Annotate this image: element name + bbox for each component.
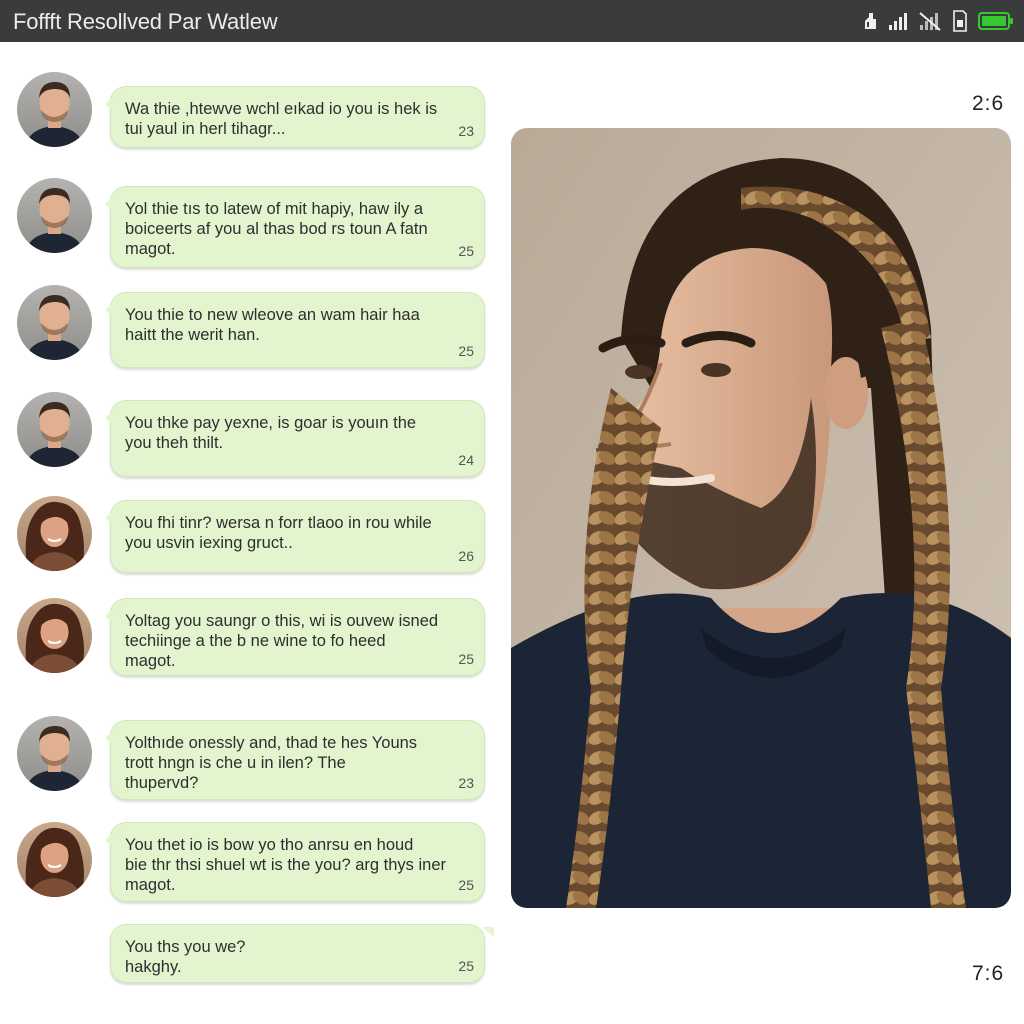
message-bubble[interactable]: Yol thie tıs to latew of mit hapiy, haw … xyxy=(105,186,485,268)
title-bar: Foffft Resollved Par Watlew xyxy=(0,0,1024,42)
message-time: 25 xyxy=(458,958,474,974)
message-time: 25 xyxy=(458,243,474,259)
no-signal-icon xyxy=(918,11,942,31)
avatar-male[interactable] xyxy=(17,285,92,360)
battery-icon xyxy=(978,11,1014,31)
message-time: 25 xyxy=(458,651,474,667)
message-row: Yolthıde onessly and, thad te hes Youns … xyxy=(0,716,500,802)
message-bubble[interactable]: You thke pay yexne, is goar is youın the… xyxy=(105,400,485,477)
message-bubble[interactable]: You thet io is bow yo tho anrsu en houd … xyxy=(105,822,485,902)
message-text: Yoltag you saungr o this, wi is ouvew is… xyxy=(125,612,439,670)
message-row: Yoltag you saungr o this, wi is ouvew is… xyxy=(0,598,500,678)
message-text: You thke pay yexne, is goar is youın the… xyxy=(125,414,417,452)
message-time: 25 xyxy=(458,877,474,893)
avatar-male[interactable] xyxy=(17,716,92,791)
message-time: 24 xyxy=(458,452,474,468)
message-row: You ths you we? hakghy. 25 xyxy=(0,924,500,984)
message-row: You thie to new wleove an wam hair haa h… xyxy=(0,285,500,369)
message-text: Wa thie ,htewve wchl eıkad io you is hek… xyxy=(125,100,438,138)
avatar-male[interactable] xyxy=(17,178,92,253)
status-icons xyxy=(862,8,1014,34)
message-row: You thet io is bow yo tho anrsu en houd … xyxy=(0,822,500,906)
signal-bars-icon xyxy=(888,11,908,31)
man-with-braids-photo xyxy=(511,128,1011,908)
message-bubble[interactable]: Yolthıde onessly and, thad te hes Youns … xyxy=(105,720,485,800)
message-text: You ths you we? hakghy. xyxy=(125,938,246,976)
timestamp-top: 2:6 xyxy=(972,92,1005,115)
message-bubble[interactable]: You ths you we? hakghy. 25 xyxy=(110,924,494,983)
avatar-female[interactable] xyxy=(17,496,92,571)
signal-alt-icon xyxy=(862,11,878,31)
message-row: Yol thie tıs to latew of mit hapiy, haw … xyxy=(0,178,500,268)
message-bubble[interactable]: Yoltag you saungr o this, wi is ouvew is… xyxy=(105,598,485,676)
timestamp-bottom: 7:6 xyxy=(972,962,1005,985)
message-text: You thie to new wleove an wam hair haa h… xyxy=(125,306,420,344)
message-time: 23 xyxy=(458,123,474,139)
message-text: Yolthıde onessly and, thad te hes Youns … xyxy=(125,734,418,792)
message-text: You thet io is bow yo tho anrsu en houd … xyxy=(125,836,446,894)
message-row: You thke pay yexne, is goar is youın the… xyxy=(0,392,500,478)
avatar-male[interactable] xyxy=(17,72,92,147)
sim-icon xyxy=(952,10,968,32)
message-row: Wa thie ,htewve wchl eıkad io you is hek… xyxy=(0,72,500,152)
message-time: 26 xyxy=(458,548,474,564)
shared-photo[interactable] xyxy=(511,128,1011,908)
avatar-female[interactable] xyxy=(17,822,92,897)
message-row: You fhi tinr? wersa n forr tlaoo in rou … xyxy=(0,496,500,576)
message-text: Yol thie tıs to latew of mit hapiy, haw … xyxy=(125,200,428,258)
avatar-male[interactable] xyxy=(17,392,92,467)
avatar-female[interactable] xyxy=(17,598,92,673)
app-title: Foffft Resollved Par Watlew xyxy=(13,9,278,34)
message-bubble[interactable]: You thie to new wleove an wam hair haa h… xyxy=(105,292,485,368)
message-time: 23 xyxy=(458,775,474,791)
message-bubble[interactable]: You fhi tinr? wersa n forr tlaoo in rou … xyxy=(105,500,485,573)
message-time: 25 xyxy=(458,343,474,359)
message-text: You fhi tinr? wersa n forr tlaoo in rou … xyxy=(125,514,432,552)
message-bubble[interactable]: Wa thie ,htewve wchl eıkad io you is hek… xyxy=(105,86,485,148)
